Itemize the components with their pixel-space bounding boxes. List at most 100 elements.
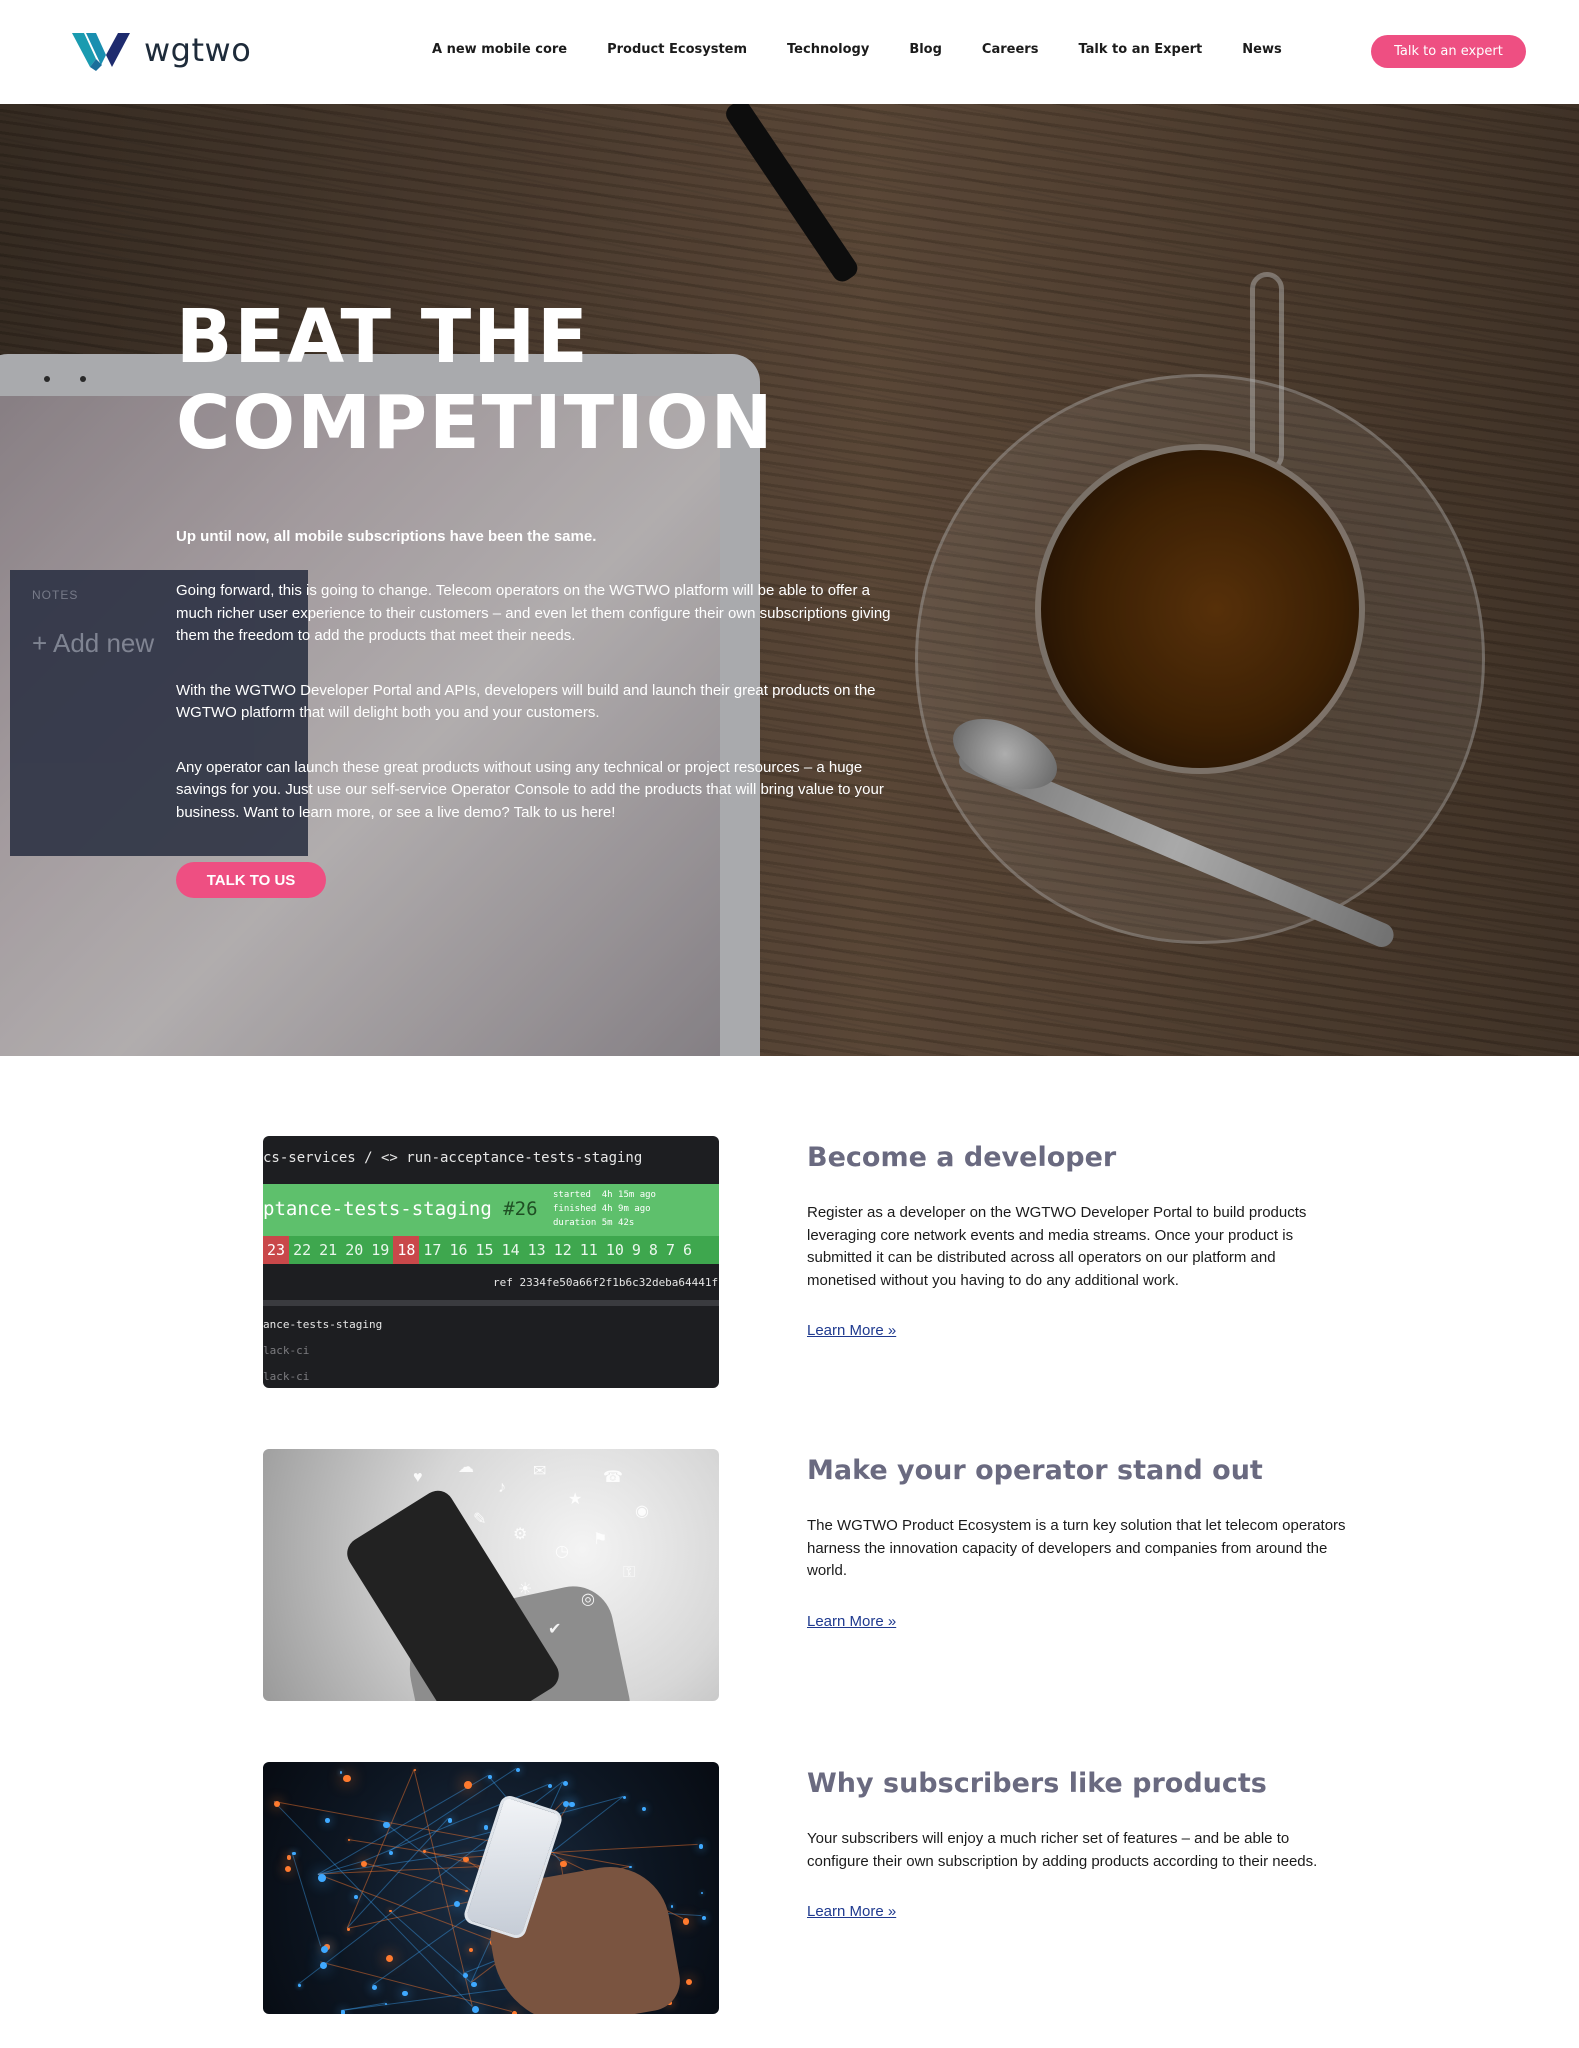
ci-build: 10: [605, 1241, 624, 1259]
ci-divider: [263, 1300, 719, 1306]
ci-job-title: ptance-tests-staging #26: [263, 1198, 538, 1220]
talk-to-us-button[interactable]: TALK TO US: [176, 862, 326, 898]
nav-careers[interactable]: Careers: [982, 42, 1039, 57]
network-node: [569, 1801, 575, 1808]
network-node: [463, 1857, 469, 1863]
network-node: [685, 1978, 693, 1986]
network-node: [700, 1891, 703, 1894]
logo-text: wgtwo: [144, 31, 252, 69]
learn-more-link[interactable]: Learn More »: [807, 1322, 896, 1339]
globe-icon: ◎: [581, 1591, 595, 1608]
network-node: [463, 1973, 468, 1978]
network-link: [319, 1961, 512, 2013]
ci-build: 15: [475, 1241, 494, 1259]
nav-new-mobile-core[interactable]: A new mobile core: [432, 42, 567, 57]
nav-news[interactable]: News: [1242, 42, 1281, 57]
feature-become-developer: cs-services / <> run-acceptance-tests-st…: [263, 1136, 1363, 1388]
feature-body: Your subscribers will enjoy a much riche…: [807, 1830, 1318, 1870]
network-node: [515, 1768, 520, 1772]
network-node: [383, 1821, 390, 1829]
feature-text: Why subscribers like products Your subsc…: [807, 1766, 1347, 1921]
network-node: [682, 1918, 690, 1925]
network-node: [488, 1775, 492, 1779]
wgtwo-logo[interactable]: wgtwo: [72, 28, 272, 72]
phone-apps-image: ♥ ☁ ♪ ✉ ★ ☎ ◉ ✎ ⚙ ◷ ⚑ ⚿ ◎ ✔ ☀: [263, 1449, 719, 1701]
hero-lead: Up until now, all mobile subscriptions h…: [176, 528, 597, 545]
network-node: [472, 2005, 480, 2013]
nav-blog[interactable]: Blog: [909, 42, 942, 57]
ci-path: cs-services / <> run-acceptance-tests-st…: [263, 1150, 643, 1166]
feature-title: Make your operator stand out: [807, 1455, 1263, 1486]
hero-section: NOTES + Add new BEAT THE COMPETITION Up …: [0, 104, 1579, 1056]
network-node: [292, 1851, 296, 1855]
network-node: [471, 1981, 477, 1988]
network-phone-image: [263, 1762, 719, 2014]
feature-text: Become a developer Register as a develop…: [807, 1140, 1347, 1340]
network-node: [413, 1768, 417, 1772]
network-node: [318, 1873, 326, 1882]
ci-line: ance-tests-staging: [263, 1318, 383, 1331]
ci-build: 7: [665, 1241, 675, 1259]
network-node: [284, 1865, 291, 1872]
network-node: [343, 1774, 351, 1783]
ci-build: 20: [345, 1241, 364, 1259]
ci-build: 16: [449, 1241, 468, 1259]
network-node: [340, 2010, 346, 2014]
hero-paragraph-2: With the WGTWO Developer Portal and APIs…: [176, 681, 876, 722]
network-node: [465, 1889, 468, 1893]
cloud-icon: ☁: [458, 1459, 474, 1476]
feature-operator-stand-out: ♥ ☁ ♪ ✉ ★ ☎ ◉ ✎ ⚙ ◷ ⚑ ⚿ ◎ ✔ ☀ Make your …: [263, 1449, 1363, 1701]
check-icon: ✔: [548, 1621, 562, 1638]
ci-ref: ref 2334fe50a66f2f1b6c32deba64441f: [493, 1276, 719, 1289]
network-node: [384, 2003, 387, 2006]
hero-paragraph-1: Going forward, this is going to change. …: [176, 582, 891, 644]
feature-body: The WGTWO Product Ecosystem is a turn ke…: [807, 1517, 1346, 1579]
hero-content: BEAT THE COMPETITION Up until now, all m…: [176, 294, 896, 898]
ci-build: 19: [371, 1241, 390, 1259]
network-node: [641, 1806, 646, 1811]
nav-technology[interactable]: Technology: [787, 42, 869, 57]
network-node: [670, 1905, 674, 1908]
network-node: [547, 1783, 552, 1789]
ci-build: 21: [319, 1241, 338, 1259]
phone-icon: ☎: [603, 1469, 623, 1486]
flag-icon: ⚑: [593, 1531, 608, 1548]
hero-title-line2: COMPETITION: [176, 380, 775, 466]
feature-title: Why subscribers like products: [807, 1768, 1267, 1799]
network-node: [402, 1990, 408, 1997]
talk-to-expert-button[interactable]: Talk to an expert: [1371, 35, 1526, 68]
ci-job-meta: started 4h 15m ago finished 4h 9m ago du…: [553, 1190, 656, 1228]
feature-subscribers-products: Why subscribers like products Your subsc…: [263, 1762, 1363, 2014]
sun-icon: ☀: [518, 1581, 533, 1598]
camera-icon: ◉: [635, 1503, 649, 1520]
site-header: wgtwo A new mobile core Product Ecosyste…: [0, 0, 1579, 104]
ci-build: 17: [423, 1241, 442, 1259]
wgtwo-logo-icon: [72, 33, 130, 71]
ci-job-number: #26: [503, 1198, 538, 1220]
network-node: [286, 1854, 292, 1860]
ci-build: 22: [293, 1241, 312, 1259]
nav-product-ecosystem[interactable]: Product Ecosystem: [607, 42, 747, 57]
ci-build: 11: [579, 1241, 598, 1259]
ci-line: lack-ci: [263, 1344, 310, 1357]
clock-icon: ◷: [555, 1543, 569, 1560]
chat-icon: ✎: [473, 1511, 487, 1528]
network-node: [562, 1781, 568, 1787]
network-node: [388, 1850, 393, 1855]
network-link: [347, 1838, 464, 1859]
phone-apps-scene: ♥ ☁ ♪ ✉ ★ ☎ ◉ ✎ ⚙ ◷ ⚑ ⚿ ◎ ✔ ☀: [263, 1449, 719, 1701]
network-link: [346, 1818, 448, 1929]
learn-more-link[interactable]: Learn More »: [807, 1903, 896, 1920]
feature-text: Make your operator stand out The WGTWO P…: [807, 1453, 1347, 1631]
learn-more-link[interactable]: Learn More »: [807, 1613, 896, 1630]
gear-icon: ⚙: [513, 1526, 528, 1543]
network-node: [623, 1796, 627, 1800]
ci-pipeline-image: cs-services / <> run-acceptance-tests-st…: [263, 1136, 719, 1388]
network-node: [511, 2011, 518, 2014]
hero-title-line1: BEAT THE: [176, 294, 590, 380]
network-node: [325, 1818, 330, 1824]
ci-build: 13: [527, 1241, 546, 1259]
ci-job-name: ptance-tests-staging: [263, 1198, 492, 1220]
nav-talk-to-expert[interactable]: Talk to an Expert: [1078, 42, 1202, 57]
hero-title: BEAT THE COMPETITION: [176, 294, 896, 466]
